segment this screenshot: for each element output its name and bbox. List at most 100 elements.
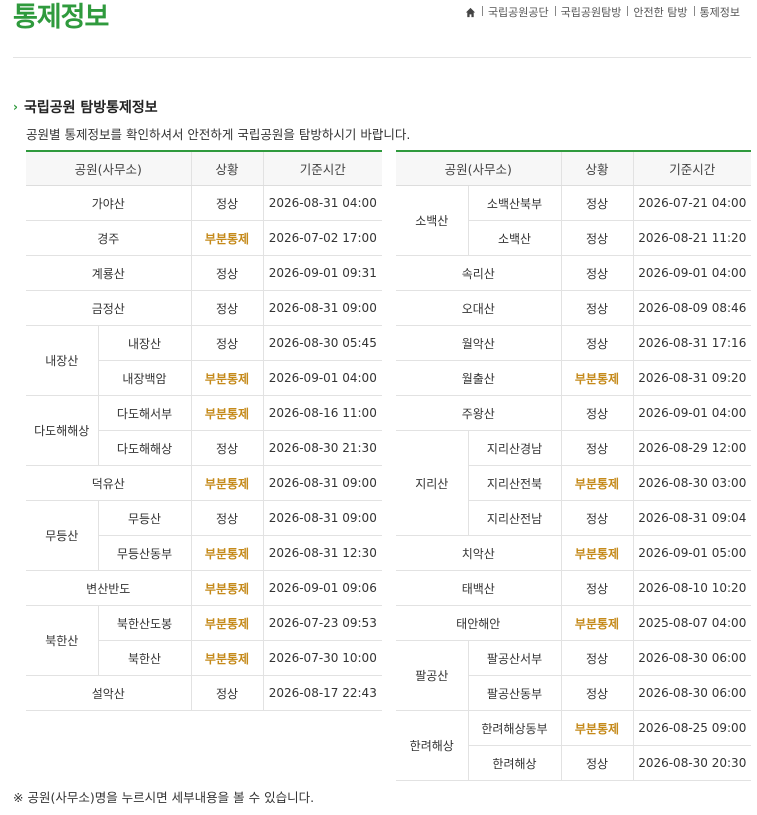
office-name[interactable]: 지리산경남	[467, 430, 562, 466]
section-title: › 국립공원 탐방통제정보	[13, 97, 158, 117]
section-description: 공원별 통제정보를 확인하셔서 안전하게 국립공원을 탐방하시기 바랍니다.	[26, 127, 411, 142]
table-row: 경주 부분통제 2026-07-02 17:00	[26, 220, 383, 256]
park-name[interactable]: 무등산	[26, 500, 98, 571]
reference-time: 2026-08-09 08:46	[632, 290, 752, 326]
table-row: 계룡산 정상 2026-09-01 09:31	[26, 255, 383, 291]
status-badge: 부분통제	[190, 535, 264, 571]
park-name[interactable]: 설악산	[26, 675, 192, 711]
breadcrumb-item[interactable]: 국립공원탐방	[554, 4, 628, 20]
office-name[interactable]: 한려해상	[467, 745, 562, 781]
reference-time: 2026-08-31 04:00	[262, 185, 383, 221]
reference-time: 2026-08-30 20:30	[632, 745, 752, 781]
table-row: 한려해상 한려해상동부 부분통제 2026-08-25 09:00	[396, 710, 752, 781]
park-name[interactable]: 소백산	[396, 185, 468, 256]
park-name[interactable]: 오대산	[396, 290, 562, 326]
status-badge: 부분통제	[560, 710, 634, 746]
park-name[interactable]: 팔공산	[396, 640, 468, 711]
office-name[interactable]: 팔공산동부	[467, 675, 562, 711]
park-name[interactable]: 한려해상	[396, 710, 468, 781]
status-badge: 정상	[560, 640, 634, 676]
table-row: 금정산 정상 2026-08-31 09:00	[26, 290, 383, 326]
park-name[interactable]: 주왕산	[396, 395, 562, 431]
reference-time: 2026-07-02 17:00	[262, 220, 383, 256]
status-badge: 정상	[560, 570, 634, 606]
park-name[interactable]: 지리산	[396, 430, 468, 536]
header-status: 상황	[190, 150, 264, 186]
status-badge: 부분통제	[560, 465, 634, 501]
office-name[interactable]: 북한산	[97, 640, 192, 676]
status-badge: 부분통제	[190, 640, 264, 676]
park-name[interactable]: 태백산	[396, 570, 562, 606]
park-name[interactable]: 변산반도	[26, 570, 192, 606]
table-row: 태백산 정상 2026-08-10 10:20	[396, 570, 752, 606]
reference-time: 2026-08-30 06:00	[632, 640, 752, 676]
table-row: 치악산 부분통제 2026-09-01 05:00	[396, 535, 752, 571]
chevron-right-icon: ›	[13, 100, 18, 114]
office-name[interactable]: 지리산전북	[467, 465, 562, 501]
status-badge: 정상	[560, 500, 634, 536]
table-row: 소백산 소백산북부 정상 2026-07-21 04:00	[396, 185, 752, 256]
status-badge: 부분통제	[560, 535, 634, 571]
page-title: 통제정보	[13, 2, 109, 33]
status-badge: 부분통제	[190, 465, 264, 501]
reference-time: 2026-09-01 04:00	[262, 360, 383, 396]
park-name[interactable]: 가야산	[26, 185, 192, 221]
office-name[interactable]: 무등산	[97, 500, 192, 536]
table-row: 주왕산 정상 2026-09-01 04:00	[396, 395, 752, 431]
office-name[interactable]: 소백산북부	[467, 185, 562, 221]
reference-time: 2026-08-16 11:00	[262, 395, 383, 431]
park-name[interactable]: 월출산	[396, 360, 562, 396]
reference-time: 2026-08-31 09:00	[262, 500, 383, 536]
office-name[interactable]: 내장백암	[97, 360, 192, 396]
header-park: 공원(사무소)	[396, 150, 562, 186]
reference-time: 2026-08-29 12:00	[632, 430, 752, 466]
park-name[interactable]: 북한산	[26, 605, 98, 676]
breadcrumb-item[interactable]: 안전한 탐방	[627, 4, 693, 20]
header-time: 기준시간	[262, 150, 383, 186]
office-name[interactable]: 다도해해상	[97, 430, 192, 466]
park-name[interactable]: 계룡산	[26, 255, 192, 291]
table-row: 팔공산 팔공산서부 정상 2026-08-30 06:00	[396, 640, 752, 711]
table-row: 지리산 지리산경남정상 2026-08-29 12:00	[396, 430, 752, 536]
park-name[interactable]: 속리산	[396, 255, 562, 291]
home-icon[interactable]	[465, 7, 476, 18]
park-name[interactable]: 덕유산	[26, 465, 192, 501]
table-row: 북한산 북한산도봉 부분통제 2026-07-23 09:53	[26, 605, 383, 676]
status-badge: 정상	[560, 290, 634, 326]
status-badge: 정상	[190, 185, 264, 221]
reference-time: 2026-09-01 04:00	[632, 395, 752, 431]
reference-time: 2026-08-31 09:00	[262, 290, 383, 326]
table-row: 다도해해상 다도해서부 부분통제 2026-08-16 11:00	[26, 395, 383, 466]
office-name[interactable]: 무등산동부	[97, 535, 192, 571]
office-name[interactable]: 내장산	[97, 325, 192, 361]
breadcrumb-item-current: 통제정보	[693, 4, 740, 20]
park-name[interactable]: 경주	[26, 220, 192, 256]
park-name[interactable]: 치악산	[396, 535, 562, 571]
office-name[interactable]: 지리산전남	[467, 500, 562, 536]
reference-time: 2026-09-01 05:00	[632, 535, 752, 571]
status-badge: 정상	[560, 325, 634, 361]
header-divider	[13, 57, 751, 58]
office-name[interactable]: 북한산도봉	[97, 605, 192, 641]
reference-time: 2026-08-30 06:00	[632, 675, 752, 711]
park-name[interactable]: 월악산	[396, 325, 562, 361]
park-name[interactable]: 내장산	[26, 325, 98, 396]
office-name[interactable]: 다도해서부	[97, 395, 192, 431]
status-badge: 부분통제	[560, 360, 634, 396]
park-name[interactable]: 다도해해상	[26, 395, 98, 466]
breadcrumb-item[interactable]: 국립공원공단	[481, 4, 555, 20]
status-badge: 부분통제	[190, 220, 264, 256]
park-name[interactable]: 금정산	[26, 290, 192, 326]
breadcrumb: 국립공원공단 국립공원탐방 안전한 탐방 통제정보	[465, 4, 740, 20]
table-row: 태안해안 부분통제 2025-08-07 04:00	[396, 605, 752, 641]
office-name[interactable]: 소백산	[467, 220, 562, 256]
header-status: 상황	[560, 150, 634, 186]
office-name[interactable]: 한려해상동부	[467, 710, 562, 746]
table-row: 월출산 부분통제 2026-08-31 09:20	[396, 360, 752, 396]
park-name[interactable]: 태안해안	[396, 605, 562, 641]
footnote: ※ 공원(사무소)명을 누르시면 세부내용을 볼 수 있습니다.	[13, 790, 315, 805]
office-name[interactable]: 팔공산서부	[467, 640, 562, 676]
section-title-text: 국립공원 탐방통제정보	[23, 100, 158, 116]
reference-time: 2026-08-31 09:04	[632, 500, 752, 536]
status-badge: 정상	[560, 675, 634, 711]
